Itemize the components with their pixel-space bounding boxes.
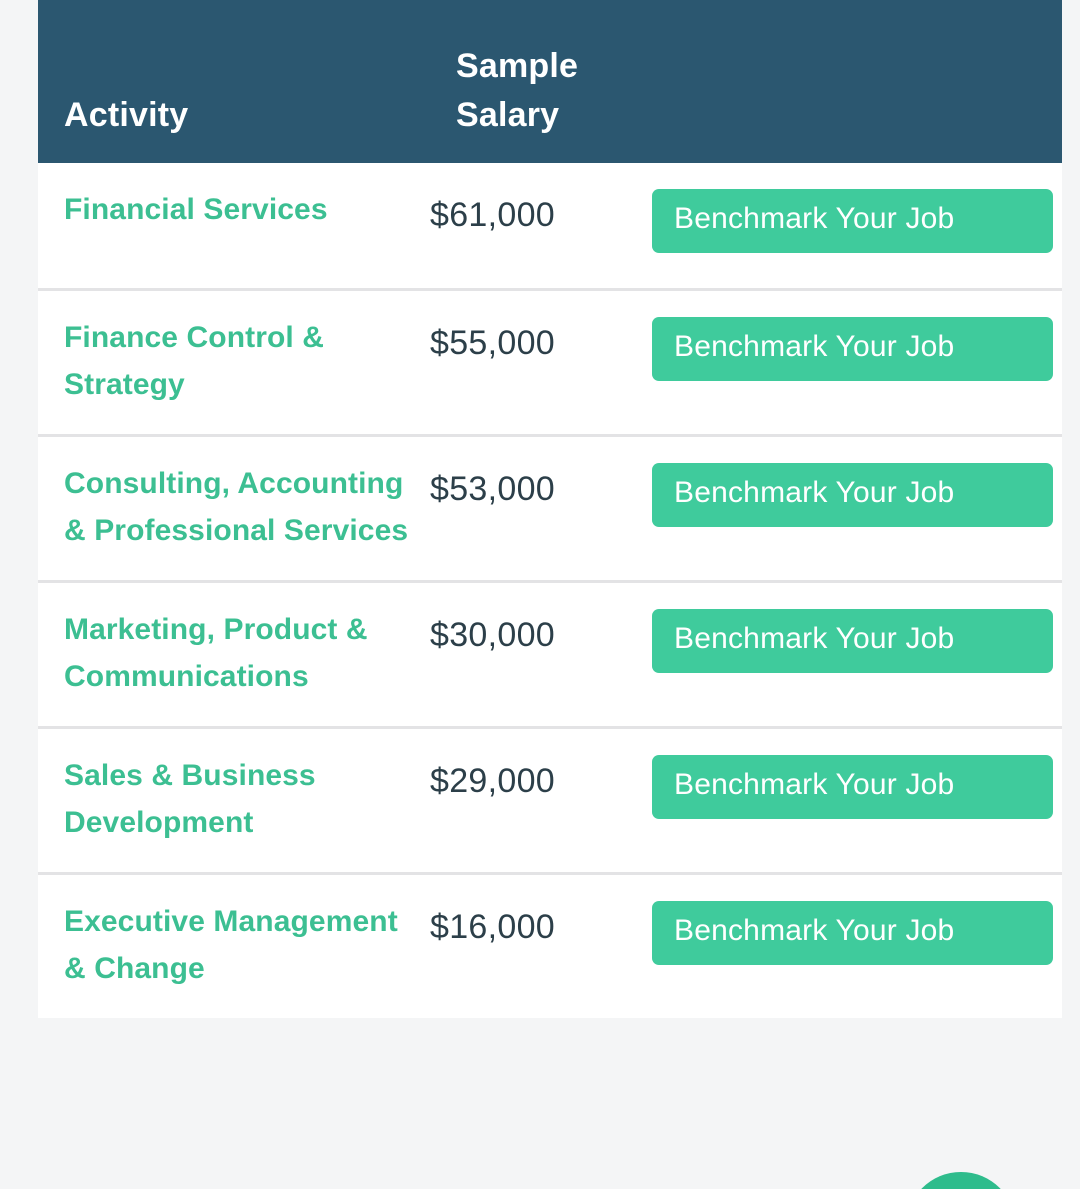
activity-name: Marketing, Product & Communications xyxy=(64,613,368,693)
activity-name: Sales & Business Development xyxy=(64,759,316,839)
activity-name: Financial Services xyxy=(64,193,328,226)
table-row: Financial Services $61,000 Benchmark Your … xyxy=(38,163,1062,291)
table-row: Marketing, Product & Communications $30,0… xyxy=(38,583,1062,729)
table-row: Consulting, Accounting & Professional Se… xyxy=(38,437,1062,583)
column-header-sample-salary: Sample Salary xyxy=(456,42,666,139)
table-body: Financial Services $61,000 Benchmark Your … xyxy=(38,163,1062,1018)
sample-salary-value: $55,000 xyxy=(430,324,556,362)
activity-name: Finance Control & Strategy xyxy=(64,321,325,401)
benchmark-your-job-button[interactable]: Benchmark Your Job xyxy=(652,901,1053,965)
action-cell: Benchmark Your Job xyxy=(652,899,1062,965)
benchmark-your-job-button[interactable]: Benchmark Your Job xyxy=(652,189,1053,253)
table-row: Executive Management & Change $16,000 Benc… xyxy=(38,875,1062,1018)
column-header-sample-salary-line2: Salary xyxy=(456,95,560,134)
table-row: Finance Control & Strategy $55,000 Benchma… xyxy=(38,291,1062,437)
benchmark-your-job-button[interactable]: Benchmark Your Job xyxy=(652,463,1053,527)
action-cell: Benchmark Your Job xyxy=(652,315,1062,381)
sample-salary-value: $16,000 xyxy=(430,908,556,946)
action-cell: Benchmark Your Job xyxy=(652,607,1062,673)
table-header-row: Activity Sample Salary xyxy=(38,0,1062,163)
benchmark-your-job-button[interactable]: Benchmark Your Job xyxy=(652,609,1053,673)
action-cell: Benchmark Your Job xyxy=(652,187,1062,253)
salary-table: Activity Sample Salary Financial Service… xyxy=(38,0,1062,1018)
benchmark-your-job-button[interactable]: Benchmark Your Job xyxy=(652,755,1053,819)
table-row: Sales & Business Development $29,000 Bench… xyxy=(38,729,1062,875)
sample-salary-value: $61,000 xyxy=(430,196,556,234)
column-header-sample-salary-line1: Sample xyxy=(456,47,579,86)
activity-name: Executive Management & Change xyxy=(64,905,398,985)
sample-salary-value: $53,000 xyxy=(430,470,556,508)
benchmark-your-job-button[interactable]: Benchmark Your Job xyxy=(652,317,1053,381)
action-cell: Benchmark Your Job xyxy=(652,753,1062,819)
column-header-activity: Activity xyxy=(64,95,189,134)
sample-salary-value: $29,000 xyxy=(430,762,556,800)
activity-name: Consulting, Accounting & Professional Se… xyxy=(64,467,409,547)
floating-action-button[interactable] xyxy=(906,1172,1016,1189)
sample-salary-value: $30,000 xyxy=(430,616,556,654)
action-cell: Benchmark Your Job xyxy=(652,461,1062,527)
